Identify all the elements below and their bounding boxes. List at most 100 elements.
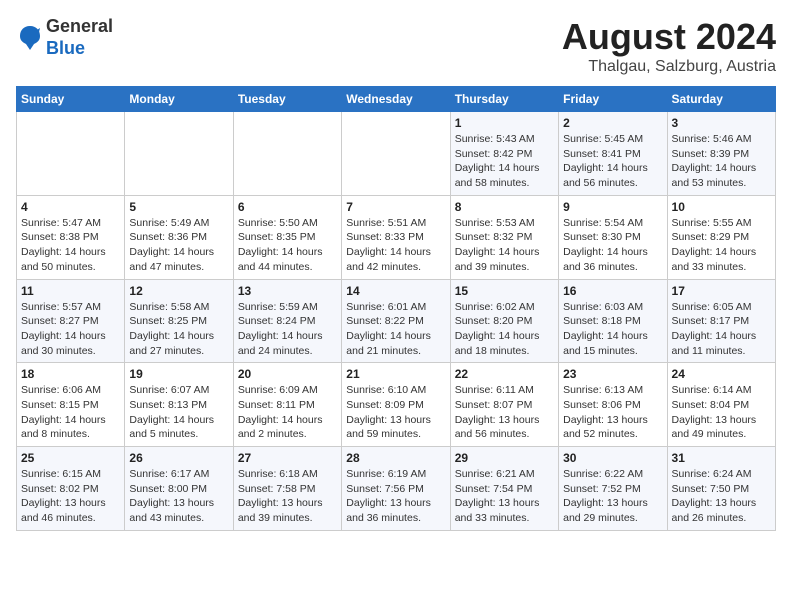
day-info: Sunrise: 5:59 AM Sunset: 8:24 PM Dayligh… xyxy=(238,300,337,359)
day-number: 14 xyxy=(346,284,445,298)
weekday-header: Thursday xyxy=(450,87,558,112)
calendar-cell: 19 Sunrise: 6:07 AM Sunset: 8:13 PM Dayli… xyxy=(125,363,233,447)
day-info: Sunrise: 6:07 AM Sunset: 8:13 PM Dayligh… xyxy=(129,383,228,442)
weekday-header: Monday xyxy=(125,87,233,112)
calendar-cell: 8Sunrise: 5:53 AM Sunset: 8:32 PM Daylig… xyxy=(450,195,558,279)
day-info: Sunrise: 6:13 AM Sunset: 8:06 PM Dayligh… xyxy=(563,383,662,442)
weekday-header: Sunday xyxy=(17,87,125,112)
day-number: 12 xyxy=(129,284,228,298)
calendar-cell: 29 Sunrise: 6:21 AM Sunset: 7:54 PM Dayli… xyxy=(450,447,558,531)
calendar-cell: 14 Sunrise: 6:01 AM Sunset: 8:22 PM Dayli… xyxy=(342,279,450,363)
day-info: Sunrise: 6:06 AM Sunset: 8:15 PM Dayligh… xyxy=(21,383,120,442)
page-header: General Blue August 2024 Thalgau, Salzbu… xyxy=(16,16,776,76)
calendar-cell: 11Sunrise: 5:57 AM Sunset: 8:27 PM Dayli… xyxy=(17,279,125,363)
weekday-header-row: SundayMondayTuesdayWednesdayThursdayFrid… xyxy=(17,87,776,112)
calendar-cell: 21Sunrise: 6:10 AM Sunset: 8:09 PM Dayli… xyxy=(342,363,450,447)
day-number: 25 xyxy=(21,451,120,465)
day-info: Sunrise: 5:53 AM Sunset: 8:32 PM Dayligh… xyxy=(455,216,554,275)
weekday-header: Friday xyxy=(559,87,667,112)
day-number: 24 xyxy=(672,367,771,381)
calendar-cell: 16 Sunrise: 6:03 AM Sunset: 8:18 PM Dayli… xyxy=(559,279,667,363)
calendar-cell: 9Sunrise: 5:54 AM Sunset: 8:30 PM Daylig… xyxy=(559,195,667,279)
day-number: 1 xyxy=(455,116,554,130)
day-number: 9 xyxy=(563,200,662,214)
day-info: Sunrise: 5:46 AM Sunset: 8:39 PM Dayligh… xyxy=(672,132,771,191)
day-number: 31 xyxy=(672,451,771,465)
day-number: 20 xyxy=(238,367,337,381)
day-info: Sunrise: 5:55 AM Sunset: 8:29 PM Dayligh… xyxy=(672,216,771,275)
calendar-table: SundayMondayTuesdayWednesdayThursdayFrid… xyxy=(16,86,776,531)
calendar-cell: 13Sunrise: 5:59 AM Sunset: 8:24 PM Dayli… xyxy=(233,279,341,363)
calendar-cell xyxy=(125,112,233,196)
day-info: Sunrise: 5:45 AM Sunset: 8:41 PM Dayligh… xyxy=(563,132,662,191)
calendar-cell: 15 Sunrise: 6:02 AM Sunset: 8:20 PM Dayli… xyxy=(450,279,558,363)
calendar-week-row: 11Sunrise: 5:57 AM Sunset: 8:27 PM Dayli… xyxy=(17,279,776,363)
calendar-week-row: 25Sunrise: 6:15 AM Sunset: 8:02 PM Dayli… xyxy=(17,447,776,531)
calendar-cell: 25Sunrise: 6:15 AM Sunset: 8:02 PM Dayli… xyxy=(17,447,125,531)
calendar-week-row: 18 Sunrise: 6:06 AM Sunset: 8:15 PM Dayli… xyxy=(17,363,776,447)
calendar-cell: 1 Sunrise: 5:43 AM Sunset: 8:42 PM Daylig… xyxy=(450,112,558,196)
day-info: Sunrise: 6:02 AM Sunset: 8:20 PM Dayligh… xyxy=(455,300,554,359)
day-info: Sunrise: 5:47 AM Sunset: 8:38 PM Dayligh… xyxy=(21,216,120,275)
day-info: Sunrise: 6:22 AM Sunset: 7:52 PM Dayligh… xyxy=(563,467,662,526)
calendar-cell: 5Sunrise: 5:49 AM Sunset: 8:36 PM Daylig… xyxy=(125,195,233,279)
day-info: Sunrise: 6:21 AM Sunset: 7:54 PM Dayligh… xyxy=(455,467,554,526)
logo-icon xyxy=(16,24,44,52)
calendar-cell xyxy=(233,112,341,196)
day-number: 3 xyxy=(672,116,771,130)
day-info: Sunrise: 6:24 AM Sunset: 7:50 PM Dayligh… xyxy=(672,467,771,526)
main-title: August 2024 xyxy=(562,16,776,58)
calendar-cell: 18 Sunrise: 6:06 AM Sunset: 8:15 PM Dayli… xyxy=(17,363,125,447)
day-info: Sunrise: 5:43 AM Sunset: 8:42 PM Dayligh… xyxy=(455,132,554,191)
calendar-cell: 6 Sunrise: 5:50 AM Sunset: 8:35 PM Daylig… xyxy=(233,195,341,279)
calendar-cell xyxy=(17,112,125,196)
day-info: Sunrise: 5:51 AM Sunset: 8:33 PM Dayligh… xyxy=(346,216,445,275)
calendar-cell: 17 Sunrise: 6:05 AM Sunset: 8:17 PM Dayli… xyxy=(667,279,775,363)
day-number: 21 xyxy=(346,367,445,381)
day-info: Sunrise: 6:03 AM Sunset: 8:18 PM Dayligh… xyxy=(563,300,662,359)
calendar-cell: 31 Sunrise: 6:24 AM Sunset: 7:50 PM Dayli… xyxy=(667,447,775,531)
day-number: 18 xyxy=(21,367,120,381)
day-number: 7 xyxy=(346,200,445,214)
calendar-cell: 27Sunrise: 6:18 AM Sunset: 7:58 PM Dayli… xyxy=(233,447,341,531)
calendar-week-row: 4 Sunrise: 5:47 AM Sunset: 8:38 PM Daylig… xyxy=(17,195,776,279)
day-number: 2 xyxy=(563,116,662,130)
day-number: 22 xyxy=(455,367,554,381)
calendar-cell: 7 Sunrise: 5:51 AM Sunset: 8:33 PM Daylig… xyxy=(342,195,450,279)
day-info: Sunrise: 6:05 AM Sunset: 8:17 PM Dayligh… xyxy=(672,300,771,359)
day-number: 19 xyxy=(129,367,228,381)
day-number: 23 xyxy=(563,367,662,381)
calendar-cell: 12Sunrise: 5:58 AM Sunset: 8:25 PM Dayli… xyxy=(125,279,233,363)
day-number: 4 xyxy=(21,200,120,214)
day-number: 29 xyxy=(455,451,554,465)
calendar-cell: 26 Sunrise: 6:17 AM Sunset: 8:00 PM Dayli… xyxy=(125,447,233,531)
calendar-cell: 23 Sunrise: 6:13 AM Sunset: 8:06 PM Dayli… xyxy=(559,363,667,447)
calendar-cell xyxy=(342,112,450,196)
day-number: 26 xyxy=(129,451,228,465)
calendar-cell: 2 Sunrise: 5:45 AM Sunset: 8:41 PM Daylig… xyxy=(559,112,667,196)
day-number: 10 xyxy=(672,200,771,214)
day-number: 17 xyxy=(672,284,771,298)
day-info: Sunrise: 6:09 AM Sunset: 8:11 PM Dayligh… xyxy=(238,383,337,442)
day-info: Sunrise: 6:11 AM Sunset: 8:07 PM Dayligh… xyxy=(455,383,554,442)
day-info: Sunrise: 6:19 AM Sunset: 7:56 PM Dayligh… xyxy=(346,467,445,526)
day-info: Sunrise: 6:01 AM Sunset: 8:22 PM Dayligh… xyxy=(346,300,445,359)
day-info: Sunrise: 5:57 AM Sunset: 8:27 PM Dayligh… xyxy=(21,300,120,359)
day-number: 16 xyxy=(563,284,662,298)
day-info: Sunrise: 6:17 AM Sunset: 8:00 PM Dayligh… xyxy=(129,467,228,526)
day-info: Sunrise: 5:49 AM Sunset: 8:36 PM Dayligh… xyxy=(129,216,228,275)
calendar-cell: 24Sunrise: 6:14 AM Sunset: 8:04 PM Dayli… xyxy=(667,363,775,447)
day-number: 27 xyxy=(238,451,337,465)
weekday-header: Saturday xyxy=(667,87,775,112)
calendar-cell: 4 Sunrise: 5:47 AM Sunset: 8:38 PM Daylig… xyxy=(17,195,125,279)
calendar-cell: 3 Sunrise: 5:46 AM Sunset: 8:39 PM Daylig… xyxy=(667,112,775,196)
calendar-cell: 22 Sunrise: 6:11 AM Sunset: 8:07 PM Dayli… xyxy=(450,363,558,447)
subtitle: Thalgau, Salzburg, Austria xyxy=(562,58,776,76)
calendar-cell: 30Sunrise: 6:22 AM Sunset: 7:52 PM Dayli… xyxy=(559,447,667,531)
day-info: Sunrise: 5:50 AM Sunset: 8:35 PM Dayligh… xyxy=(238,216,337,275)
logo-text: General Blue xyxy=(46,16,113,59)
logo: General Blue xyxy=(16,16,113,59)
weekday-header: Tuesday xyxy=(233,87,341,112)
day-number: 6 xyxy=(238,200,337,214)
day-number: 15 xyxy=(455,284,554,298)
